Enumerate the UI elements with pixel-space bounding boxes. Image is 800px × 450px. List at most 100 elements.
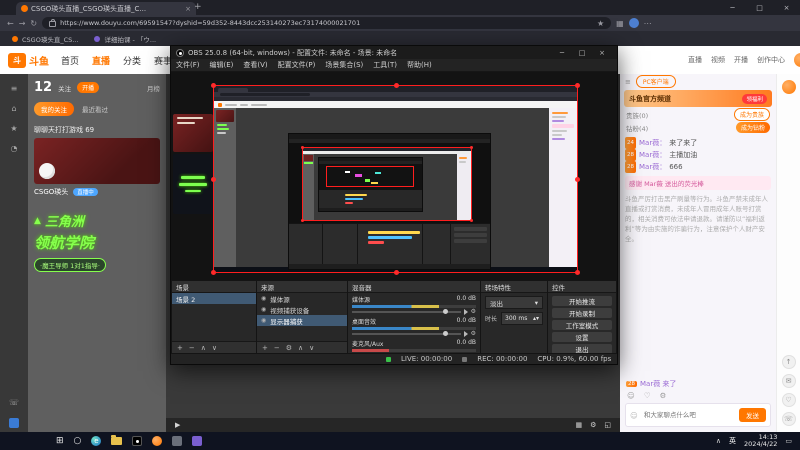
app-download-icon[interactable] xyxy=(9,418,19,428)
browser-tab[interactable]: CSGO瑛头直播_CSGO瑛头直播_C... × xyxy=(16,2,196,15)
taskbar-clock[interactable]: 14:13 2024/4/22 xyxy=(744,433,777,449)
stream-thumbnail[interactable] xyxy=(34,138,160,184)
chat-menu-icon[interactable]: ≡ xyxy=(625,78,631,86)
nav-category[interactable]: 分类 xyxy=(123,54,141,67)
settings-icon[interactable]: ⚙ xyxy=(590,421,596,429)
bookmark-item[interactable]: 详细拍课 - 「ウ... xyxy=(94,34,156,44)
service-icon[interactable]: ☏ xyxy=(9,398,19,407)
menu-file[interactable]: 文件(F) xyxy=(171,60,205,70)
window-minimize-button[interactable]: ─ xyxy=(719,0,746,15)
monthly-rank-link[interactable]: 月榜 xyxy=(147,83,160,93)
source-item-selected[interactable]: ◉ 显示器捕获 xyxy=(257,315,347,326)
stream-card[interactable]: 聊聊天打打游戏 69 CSGO瑛头 直播中 xyxy=(34,125,160,197)
settings-button[interactable]: 设置 xyxy=(552,332,612,342)
nav-broadcast-small[interactable]: 开播 xyxy=(734,55,748,65)
notification-center-icon[interactable]: ▭ xyxy=(785,437,792,445)
exit-button[interactable]: 退出 xyxy=(552,344,612,353)
nav-creator-center[interactable]: 创作中心 xyxy=(757,55,785,65)
add-source-icon[interactable]: + xyxy=(262,344,268,352)
send-button[interactable]: 发送 xyxy=(739,408,766,422)
new-tab-button[interactable]: + xyxy=(194,2,202,12)
browser-menu-icon[interactable]: ⋯ xyxy=(644,19,652,28)
source-up-icon[interactable]: ∧ xyxy=(298,344,303,352)
chat-settings-icon[interactable]: ⚙ xyxy=(660,391,667,400)
chat-username[interactable]: Mar薇 xyxy=(639,149,666,161)
tab-close-icon[interactable]: × xyxy=(185,5,191,13)
play-icon[interactable]: ▶ xyxy=(175,421,180,429)
speaker-icon[interactable] xyxy=(463,308,468,315)
menu-icon[interactable]: ≡ xyxy=(11,84,18,93)
become-noble-button[interactable]: 成为贵族 xyxy=(733,108,770,121)
menu-tools[interactable]: 工具(T) xyxy=(368,60,402,70)
url-field[interactable]: https://www.douyu.com/69591547?dyshid=59… xyxy=(42,17,612,29)
home-icon[interactable]: ⌂ xyxy=(11,104,16,113)
user-avatar[interactable] xyxy=(794,53,800,67)
emoji-icon[interactable]: ☺ xyxy=(627,391,635,400)
obs-maximize-button[interactable]: □ xyxy=(572,49,592,57)
collections-icon[interactable]: ▦ xyxy=(616,19,624,28)
volume-slider[interactable] xyxy=(352,331,461,336)
taskbar-app-icon[interactable] xyxy=(172,436,183,446)
obs-minimize-button[interactable]: ─ xyxy=(552,49,572,57)
window-close-button[interactable]: × xyxy=(773,0,800,15)
window-maximize-button[interactable]: □ xyxy=(746,0,773,15)
obs-close-button[interactable]: × xyxy=(592,49,612,57)
fullscreen-icon[interactable]: ◱ xyxy=(604,421,611,429)
back-icon[interactable]: ← xyxy=(7,19,14,28)
chat-message-list[interactable]: 24 Mar薇 来了来了 28 Mar薇 主播加油 28 Mar薇 666 感谢… xyxy=(620,134,776,378)
feedback-icon[interactable]: ✉ xyxy=(781,374,796,388)
visibility-eye-icon[interactable]: ◉ xyxy=(261,295,266,302)
transition-select[interactable]: 淡出 ▾ xyxy=(485,296,543,309)
track-settings-icon[interactable]: ⚙ xyxy=(471,308,476,315)
taskbar-explorer-icon[interactable] xyxy=(111,435,123,445)
scene-down-icon[interactable]: ∨ xyxy=(212,344,217,352)
chat-input-box[interactable]: ☺ 发送 xyxy=(625,403,771,427)
menu-view[interactable]: 查看(V) xyxy=(238,60,272,70)
chat-username[interactable]: Mar薇 xyxy=(639,161,666,173)
taskbar-app-icon[interactable] xyxy=(192,436,203,446)
back-to-top-icon[interactable]: ↑ xyxy=(781,355,796,369)
stepper-icon[interactable]: ▴▾ xyxy=(533,315,539,322)
nav-live-small[interactable]: 直播 xyxy=(688,55,702,65)
history-icon[interactable]: ◔ xyxy=(11,144,18,153)
service-icon[interactable]: ☏ xyxy=(781,412,796,426)
menu-scene-collection[interactable]: 场景集合(S) xyxy=(320,60,368,70)
activity-icon[interactable] xyxy=(781,80,796,94)
taskbar-search-icon[interactable]: ○ xyxy=(74,436,82,446)
source-down-icon[interactable]: ∨ xyxy=(309,344,314,352)
fan-count-label[interactable]: 钻粉(4) xyxy=(626,123,732,133)
taskbar-obs-icon[interactable] xyxy=(132,436,143,446)
speaker-icon[interactable] xyxy=(463,330,468,337)
live-now-pill[interactable]: 开播 xyxy=(77,82,100,93)
start-recording-button[interactable]: 开始录制 xyxy=(552,308,612,318)
start-streaming-button[interactable]: 开始推流 xyxy=(552,296,612,306)
noble-count-label[interactable]: 贵族(0) xyxy=(626,110,730,120)
visibility-eye-icon[interactable]: ◉ xyxy=(261,317,266,324)
official-banner[interactable]: 斗鱼官方频道 领福利 xyxy=(624,90,772,107)
scene-up-icon[interactable]: ∧ xyxy=(201,344,206,352)
become-fan-button[interactable]: 成为钻粉 xyxy=(735,122,770,133)
studio-mode-button[interactable]: 工作室模式 xyxy=(552,320,612,330)
favorite-star-icon[interactable]: ★ xyxy=(597,19,604,28)
my-follow-button[interactable]: 我的关注 xyxy=(34,102,74,116)
nav-video-small[interactable]: 视频 xyxy=(711,55,725,65)
taskbar-edge-icon[interactable]: e xyxy=(91,436,102,446)
source-item[interactable]: ◉ 媒体源 xyxy=(257,293,347,304)
scene-item[interactable]: 场景 2 xyxy=(172,293,256,304)
emoji-icon[interactable]: ☺ xyxy=(630,411,638,420)
profile-avatar[interactable] xyxy=(628,18,639,28)
pc-client-button[interactable]: PC客户端 xyxy=(635,75,676,88)
start-button[interactable]: ⊞ xyxy=(56,436,64,446)
forward-icon[interactable]: → xyxy=(19,19,26,28)
language-indicator[interactable]: 英 xyxy=(729,436,736,446)
obs-preview-canvas[interactable] xyxy=(171,72,617,280)
source-properties-icon[interactable]: ⚙ xyxy=(286,344,292,352)
track-settings-icon[interactable]: ⚙ xyxy=(471,330,476,337)
media-source-preview[interactable] xyxy=(173,114,213,152)
menu-help[interactable]: 帮助(H) xyxy=(402,60,437,70)
menu-profile[interactable]: 配置文件(P) xyxy=(273,60,321,70)
source-item[interactable]: ◉ 视频捕获设备 xyxy=(257,304,347,315)
duration-stepper[interactable]: 300 ms ▴▾ xyxy=(501,312,543,325)
camera-source-preview[interactable] xyxy=(173,154,213,214)
menu-edit[interactable]: 编辑(E) xyxy=(205,60,239,70)
